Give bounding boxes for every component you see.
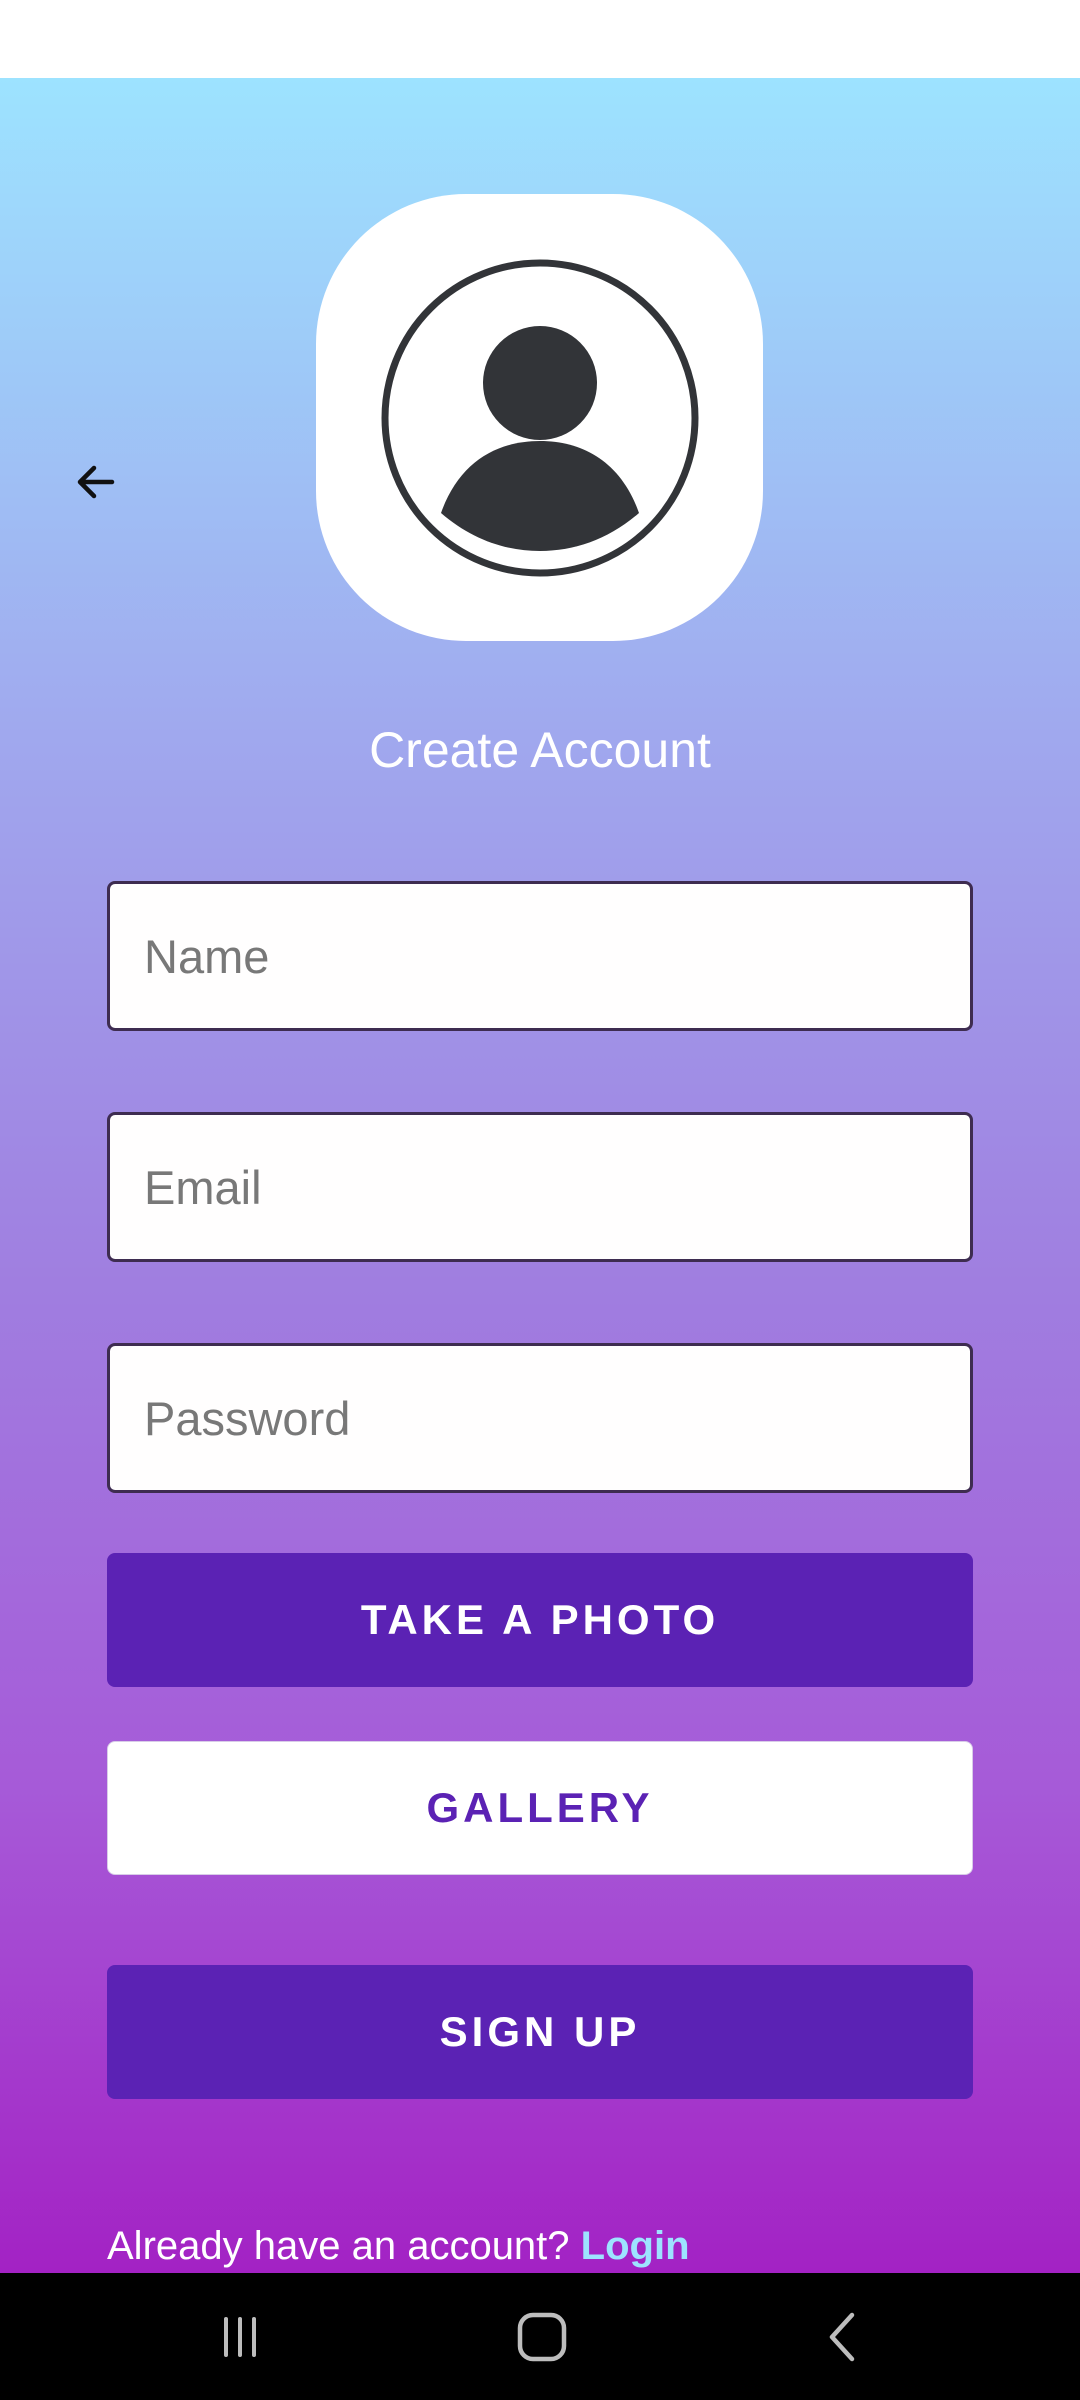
email-field[interactable]: [107, 1112, 973, 1262]
recents-button[interactable]: [180, 2293, 300, 2381]
home-icon: [517, 2312, 567, 2362]
system-nav-bar: [0, 2273, 1080, 2400]
back-button[interactable]: [62, 448, 130, 516]
home-button[interactable]: [482, 2293, 602, 2381]
chevron-left-icon: [829, 2312, 855, 2362]
create-account-page: Create Account TAKE A PHOTO GALLERY SIGN…: [0, 78, 1080, 2273]
name-field[interactable]: [107, 881, 973, 1031]
login-prompt: Already have an account? Login: [107, 2214, 690, 2278]
sign-up-button[interactable]: SIGN UP: [107, 1965, 973, 2099]
recents-icon: [224, 2317, 256, 2357]
password-field[interactable]: [107, 1343, 973, 1493]
page-title: Create Account: [369, 722, 711, 778]
gallery-button[interactable]: GALLERY: [107, 1741, 973, 1875]
arrow-left-icon: [77, 465, 115, 499]
nav-back-button[interactable]: [784, 2293, 904, 2381]
login-link[interactable]: Login: [581, 2224, 690, 2268]
login-prompt-text: Already have an account?: [107, 2224, 581, 2268]
take-photo-button[interactable]: TAKE A PHOTO: [107, 1553, 973, 1687]
screen: Create Account TAKE A PHOTO GALLERY SIGN…: [0, 0, 1080, 2400]
user-avatar-icon: [381, 259, 698, 576]
avatar-card[interactable]: [316, 194, 763, 641]
status-bar: [0, 0, 1080, 78]
